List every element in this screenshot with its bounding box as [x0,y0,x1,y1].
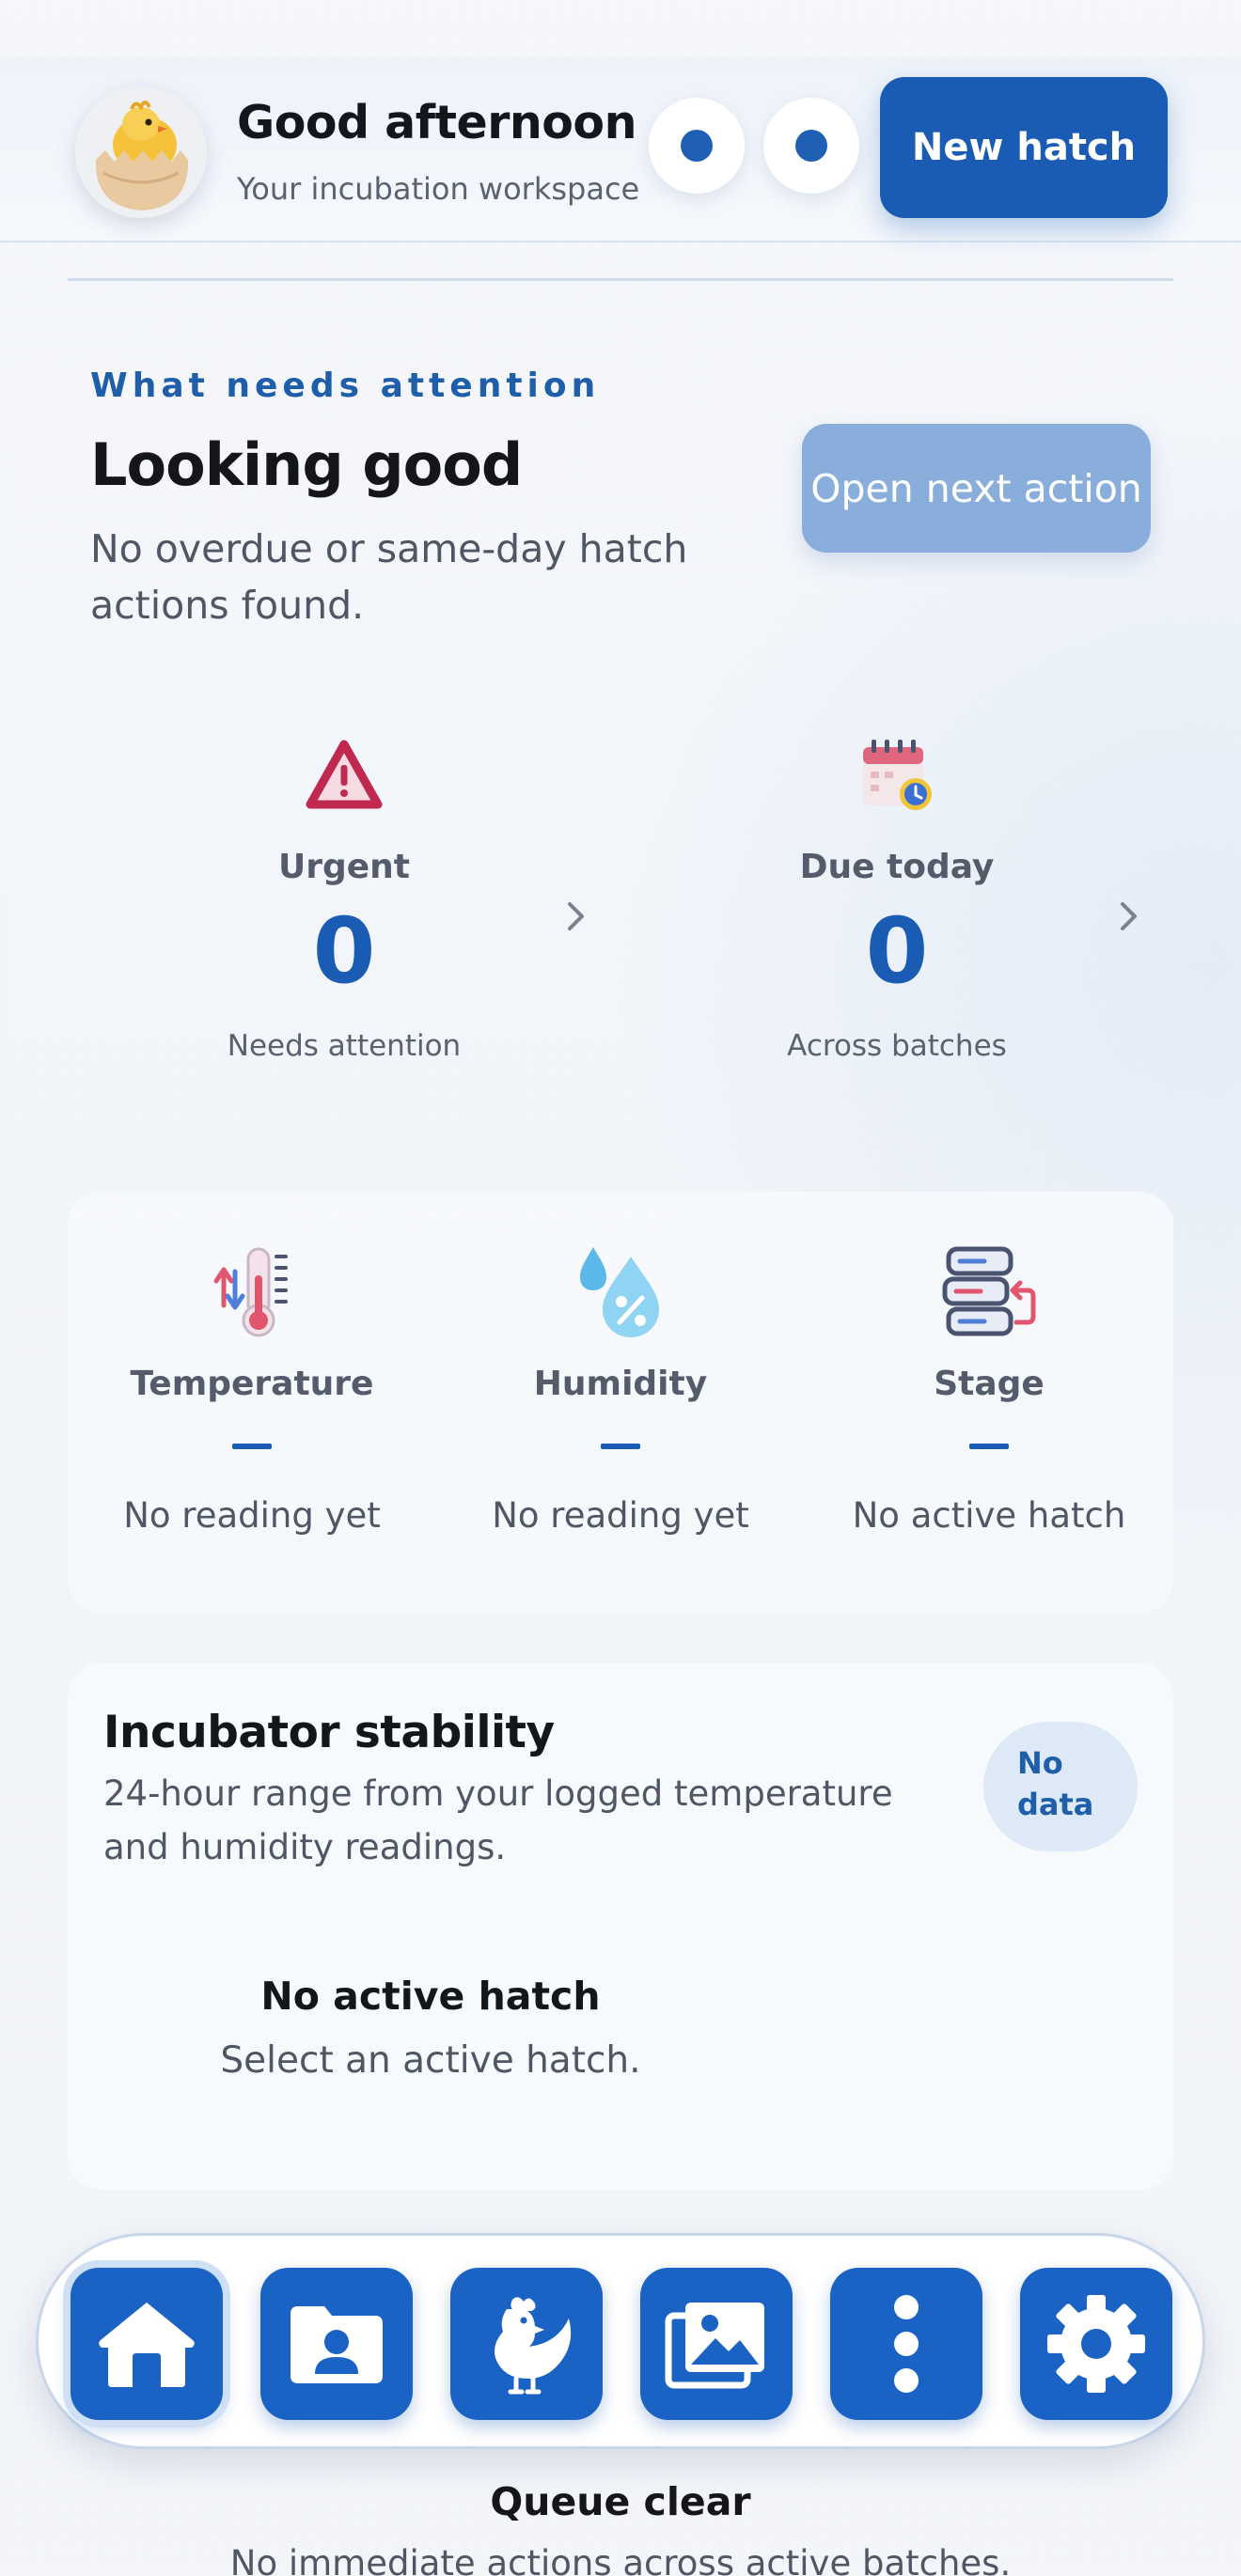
hatching-chick-icon[interactable] [75,86,207,218]
header-action-button-2[interactable] [763,98,859,194]
no-data-badge: No data [983,1722,1138,1851]
stat-card-due-today[interactable]: Due today 0 Across batches [709,733,1085,1063]
stat-caption: Across batches [787,1029,1007,1063]
stability-description: 24-hour range from your logged temperatu… [103,1773,893,1867]
stat-value: 0 [865,898,929,1004]
settings-gear-icon [1047,2295,1145,2393]
more-vertical-icon [894,2295,919,2393]
bottom-navigation [36,2233,1205,2449]
attention-title: Looking good [90,430,523,499]
stat-label: Due today [799,848,995,886]
incubator-stability-card: Incubator stability 24-hour range from y… [68,1663,1173,2190]
stability-title: Incubator stability [103,1707,555,1758]
stat-caption: Needs attention [227,1029,462,1063]
chevron-right-icon[interactable] [562,898,590,935]
humidity-drops-icon [436,1241,805,1344]
stat-value: 0 [312,898,376,1004]
gallery-icon [665,2303,764,2389]
chevron-right-icon[interactable] [1115,898,1143,935]
app-header: Good afternoon Your incubation workspace… [0,56,1241,242]
warning-triangle-icon [156,733,532,818]
header-divider [68,278,1173,281]
reading-value-empty [805,1428,1173,1465]
stat-card-urgent[interactable]: Urgent 0 Needs attention [156,733,532,1063]
greeting-title: Good afternoon [237,96,636,149]
empty-state-title: No active hatch [260,1974,601,2019]
reading-label: Temperature [130,1365,374,1403]
open-next-action-button[interactable]: Open next action [802,424,1151,553]
calendar-clock-icon [709,733,1085,818]
new-hatch-button[interactable]: New hatch [880,77,1168,218]
section-eyebrow: What needs attention [90,367,601,405]
dot-icon [795,130,827,162]
queue-status-title: Queue clear [490,2479,751,2524]
reading-humidity[interactable]: Humidity No reading yet [436,1241,805,1536]
stage-stack-icon [805,1241,1173,1344]
thermometer-icon [68,1241,436,1344]
empty-state-description: Select an active hatch. [220,2039,641,2082]
nav-flock[interactable] [450,2268,603,2420]
attention-description: No overdue or same-day hatch actions fou… [90,526,688,628]
reading-temperature[interactable]: Temperature No reading yet [68,1241,436,1536]
dot-icon [681,130,713,162]
reading-caption: No reading yet [123,1495,381,1536]
workspace-subtitle: Your incubation workspace [237,171,640,207]
nav-gallery[interactable] [640,2268,793,2420]
nav-profiles[interactable] [260,2268,413,2420]
reading-label: Humidity [533,1365,708,1403]
reading-caption: No reading yet [492,1495,749,1536]
readings-card: Temperature No reading yet Humidity No r… [68,1192,1173,1613]
stat-label: Urgent [277,848,410,886]
header-action-button-1[interactable] [649,98,745,194]
profile-folder-icon [291,2306,383,2383]
nav-more[interactable] [830,2268,982,2420]
nav-settings[interactable] [1020,2268,1172,2420]
nav-home[interactable] [71,2268,223,2420]
queue-status-description: No immediate actions across active batch… [229,2543,1012,2576]
home-icon [99,2303,195,2387]
reading-value-empty [436,1428,805,1465]
reading-stage[interactable]: Stage No active hatch [805,1241,1173,1536]
reading-value-empty [68,1428,436,1465]
reading-label: Stage [934,1365,1045,1403]
chicken-icon [495,2297,572,2395]
reading-caption: No active hatch [852,1495,1126,1536]
